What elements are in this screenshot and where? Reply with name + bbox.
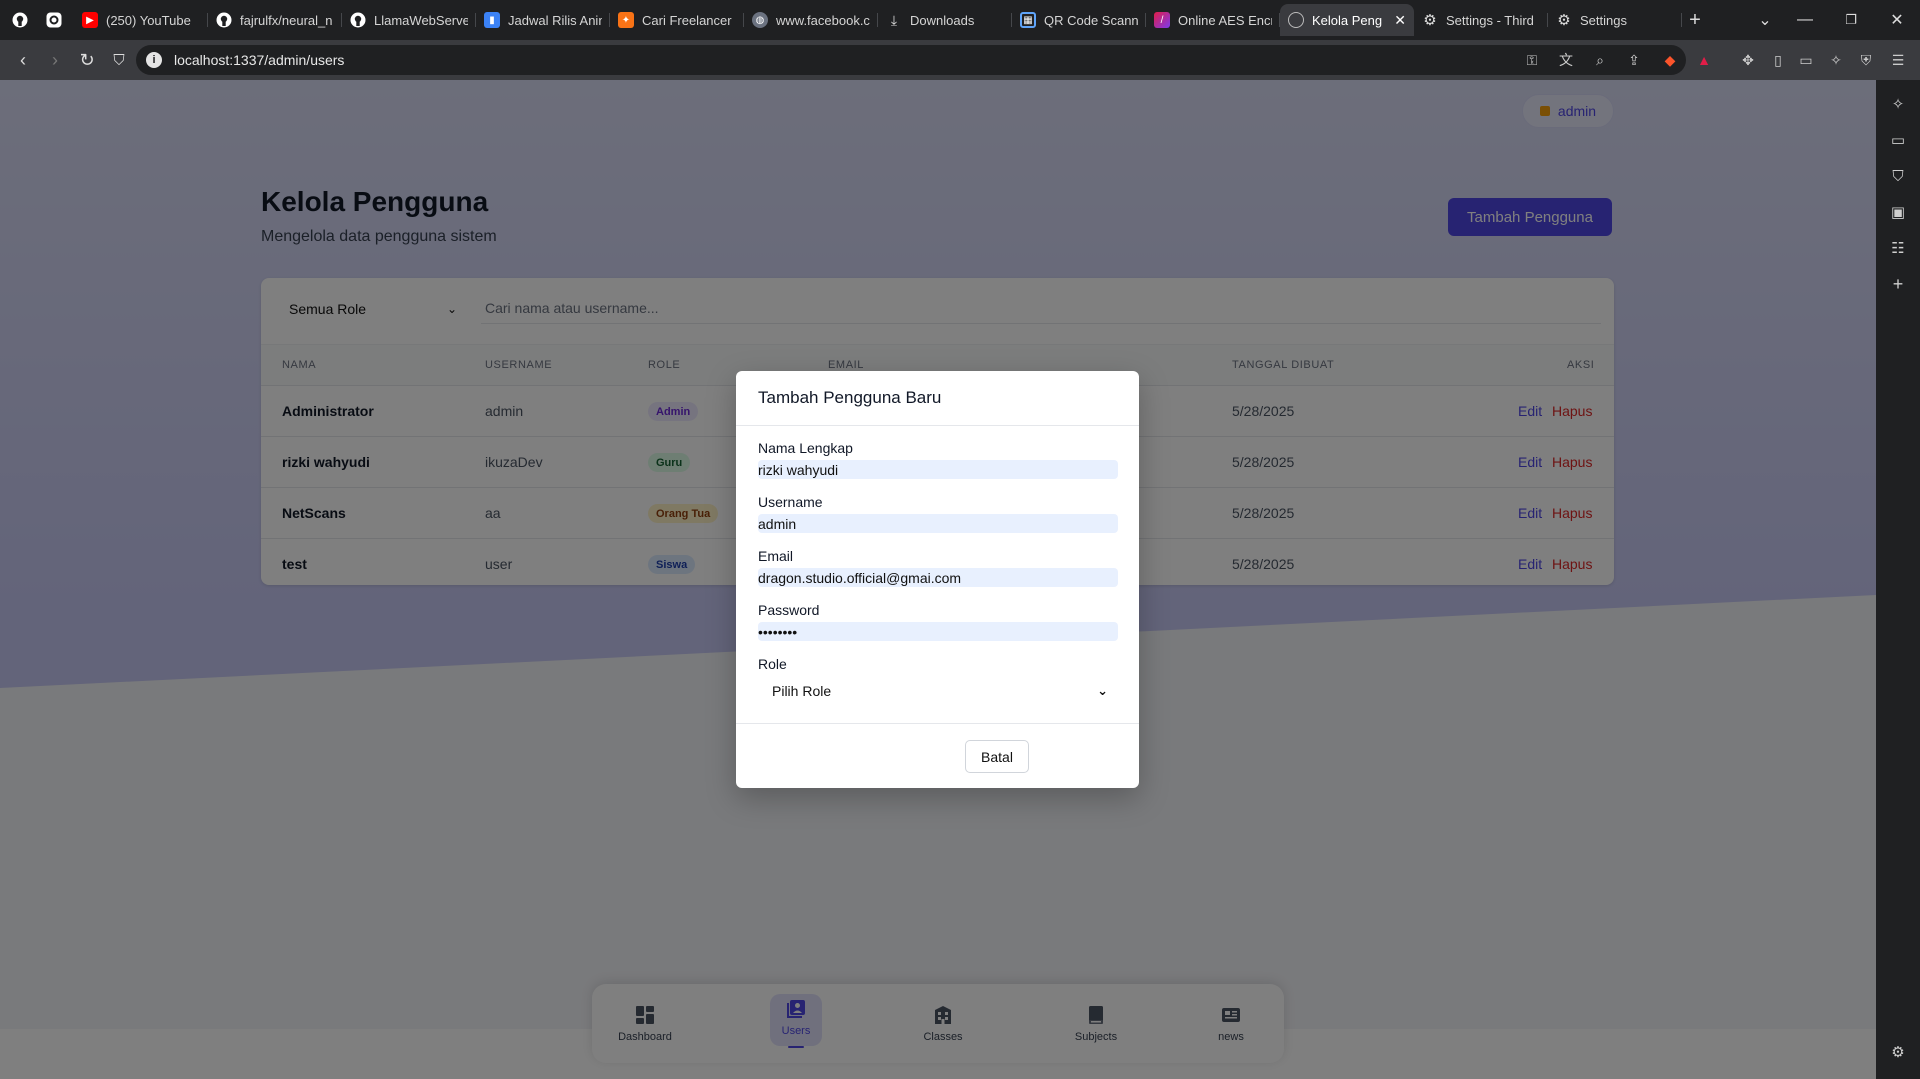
role-field-label: Role (758, 656, 787, 672)
tab-downloads[interactable]: ⤓ Downloads (878, 4, 1012, 36)
cancel-button[interactable]: Batal (965, 740, 1029, 773)
bookmarks-icon[interactable]: ⛉ (1888, 166, 1908, 186)
brave-rewards-icon[interactable]: ▲ (1694, 50, 1714, 70)
aes-icon: / (1154, 12, 1170, 28)
sidebar-toggle-icon[interactable]: ▯ (1768, 50, 1788, 70)
tab-label: Settings - Third (1446, 12, 1534, 28)
brave-shield-icon[interactable]: ◆ (1660, 50, 1680, 70)
wallet-icon[interactable]: ▭ (1796, 50, 1816, 70)
tab-label: fajrulfx/neural_n (240, 12, 333, 28)
username-field[interactable] (758, 514, 1118, 533)
tab-facebook[interactable]: ◍ www.facebook.c (744, 4, 878, 36)
restore-button[interactable]: ❐ (1828, 0, 1874, 40)
reading-list-icon[interactable]: ☷ (1888, 238, 1908, 258)
tab-youtube[interactable]: ▶ (250) YouTube (74, 4, 208, 36)
tab-neural[interactable]: fajrulfx/neural_n (208, 4, 342, 36)
github-icon (12, 12, 28, 28)
leo-ai-icon[interactable]: ✧ (1826, 50, 1846, 70)
bookmark-button[interactable]: ⛉ (104, 45, 134, 75)
share-icon[interactable]: ⇪ (1624, 50, 1644, 70)
tab-jadwal[interactable]: ▮ Jadwal Rilis Anim (476, 4, 610, 36)
gear-icon: ⚙ (1423, 12, 1437, 29)
password-field-label: Password (758, 602, 820, 618)
pinned-tab-github[interactable] (6, 6, 34, 34)
modal-divider (736, 425, 1139, 426)
youtube-icon: ▶ (82, 12, 98, 28)
tab-kelola-pengguna[interactable]: Kelola Peng ✕ (1280, 4, 1414, 36)
url-field[interactable]: i localhost:1337/admin/users (136, 45, 1686, 75)
download-icon: ⤓ (890, 11, 898, 28)
name-field-label: Nama Lengkap (758, 440, 853, 456)
translate-icon[interactable]: 文 (1556, 50, 1576, 70)
tab-label: Online AES Encr (1178, 12, 1272, 28)
zoom-icon[interactable]: ⌕ (1590, 50, 1610, 70)
github-icon (216, 12, 232, 28)
email-field-label: Email (758, 548, 794, 564)
media-icon[interactable]: ▭ (1888, 130, 1908, 150)
tab-label: Jadwal Rilis Anim (508, 12, 602, 28)
modal-title: Tambah Pengguna Baru (758, 388, 942, 407)
site-info-icon[interactable]: i (146, 52, 162, 68)
globe-icon: ◍ (752, 12, 768, 28)
vpn-icon[interactable]: ⛨ (1856, 50, 1876, 70)
role-select-value: Pilih Role (772, 683, 832, 699)
pinned-tab-chatgpt[interactable] (40, 6, 68, 34)
leo-ai-icon[interactable]: ✧ (1888, 94, 1908, 114)
tab-label: LlamaWebServe (374, 12, 468, 28)
add-user-modal: Tambah Pengguna Baru Nama Lengkap Userna… (736, 371, 1139, 788)
address-bar: ‹ › ↻ ⛉ i localhost:1337/admin/users ⚿ 文… (0, 40, 1920, 80)
tab-settings[interactable]: ⚙ Settings (1548, 4, 1682, 36)
menu-icon[interactable]: ☰ (1888, 50, 1908, 70)
extensions-icon[interactable]: ✥ (1738, 50, 1758, 70)
tab-label: Downloads (910, 12, 975, 28)
gear-icon: ⚙ (1557, 12, 1571, 29)
tab-label: (250) YouTube (106, 12, 191, 28)
name-field[interactable] (758, 460, 1118, 479)
tab-label: QR Code Scann (1044, 12, 1138, 28)
tab-label: Cari Freelancer I (642, 12, 736, 28)
tab-settings-third[interactable]: ⚙ Settings - Third (1414, 4, 1548, 36)
reload-button[interactable]: ↻ (72, 45, 102, 75)
url-text: localhost:1337/admin/users (174, 52, 345, 68)
globe-icon (1288, 12, 1304, 28)
github-icon (350, 12, 366, 28)
tab-freelancer[interactable]: ✦ Cari Freelancer I (610, 4, 744, 36)
freelancer-icon: ✦ (618, 12, 634, 28)
tab-label: Kelola Peng (1312, 12, 1383, 28)
password-key-icon[interactable]: ⚿ (1522, 50, 1542, 70)
back-button[interactable]: ‹ (8, 45, 38, 75)
qr-icon: ▦ (1020, 12, 1036, 28)
browser-tab-bar: ▶ (250) YouTube fajrulfx/neural_n LlamaW… (0, 0, 1920, 40)
add-panel-icon[interactable]: + (1888, 274, 1908, 294)
chevron-down-icon: ⌄ (1097, 683, 1108, 698)
page-content: admin Kelola Pengguna Mengelola data pen… (0, 80, 1876, 1079)
close-tab-icon[interactable]: ✕ (1394, 12, 1406, 29)
minimize-button[interactable]: — (1782, 0, 1828, 40)
wallet-icon[interactable]: ▣ (1888, 202, 1908, 222)
close-window-button[interactable]: ✕ (1874, 0, 1920, 40)
sidebar-settings-icon[interactable]: ⚙ (1888, 1042, 1908, 1062)
password-field[interactable] (758, 622, 1118, 641)
username-field-label: Username (758, 494, 823, 510)
tab-llama[interactable]: LlamaWebServe (342, 4, 476, 36)
forward-button[interactable]: › (40, 45, 70, 75)
email-field[interactable] (758, 568, 1118, 587)
role-select[interactable]: Pilih Role ⌄ (758, 675, 1118, 707)
new-tab-button[interactable]: + (1672, 0, 1718, 40)
modal-footer-divider (736, 723, 1139, 724)
tab-label: Settings (1580, 12, 1627, 28)
browser-sidebar: ✧ ▭ ⛉ ▣ ☷ + ⚙ (1876, 80, 1920, 1079)
tab-label: www.facebook.c (776, 12, 870, 28)
tab-qr[interactable]: ▦ QR Code Scann (1012, 4, 1146, 36)
tab-aes[interactable]: / Online AES Encr (1146, 4, 1280, 36)
bookmark-icon: ▮ (484, 12, 500, 28)
app-icon (46, 12, 62, 28)
